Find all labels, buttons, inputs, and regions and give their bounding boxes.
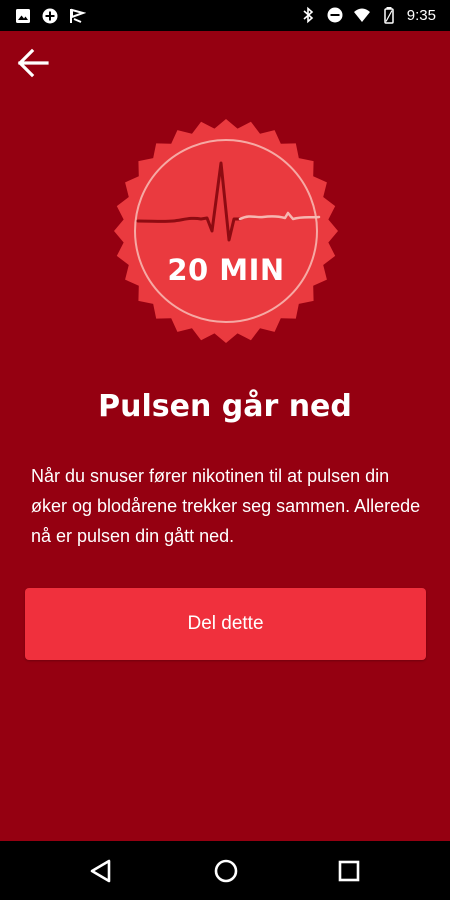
recents-square-icon[interactable] — [334, 856, 364, 886]
badge-shape — [114, 119, 338, 343]
milestone-screen: 20 MIN Pulsen går ned Når du snuser føre… — [0, 31, 450, 841]
system-status: 9:35 — [299, 6, 436, 24]
navigation-bar — [0, 841, 450, 900]
bluetooth-icon — [303, 6, 314, 24]
status-time: 9:35 — [406, 6, 436, 24]
wifi-icon — [353, 8, 370, 22]
flag-icon — [70, 8, 86, 23]
scalloped-badge-outline — [114, 119, 338, 343]
milestone-badge: 20 MIN — [113, 118, 339, 344]
image-icon — [16, 9, 30, 23]
do-not-disturb-icon — [327, 7, 343, 23]
notification-icons — [14, 7, 86, 25]
milestone-description: Når du snuser fører nikotinen til at pul… — [31, 466, 421, 546]
share-button[interactable]: Del dette — [25, 588, 426, 660]
status-bar: 9:35 — [0, 0, 450, 31]
back-button[interactable] — [10, 43, 54, 83]
battery-icon — [384, 7, 394, 24]
arrow-left-icon — [17, 48, 49, 78]
plus-circle-icon — [42, 8, 58, 24]
back-triangle-icon[interactable] — [86, 856, 116, 886]
home-circle-icon[interactable] — [211, 856, 241, 886]
app-screen: 9:35 20 MIN Pulsen går ned Når du snuser… — [0, 0, 450, 900]
badge-label: 20 MIN — [167, 253, 285, 287]
milestone-title: Pulsen går ned — [98, 389, 352, 424]
